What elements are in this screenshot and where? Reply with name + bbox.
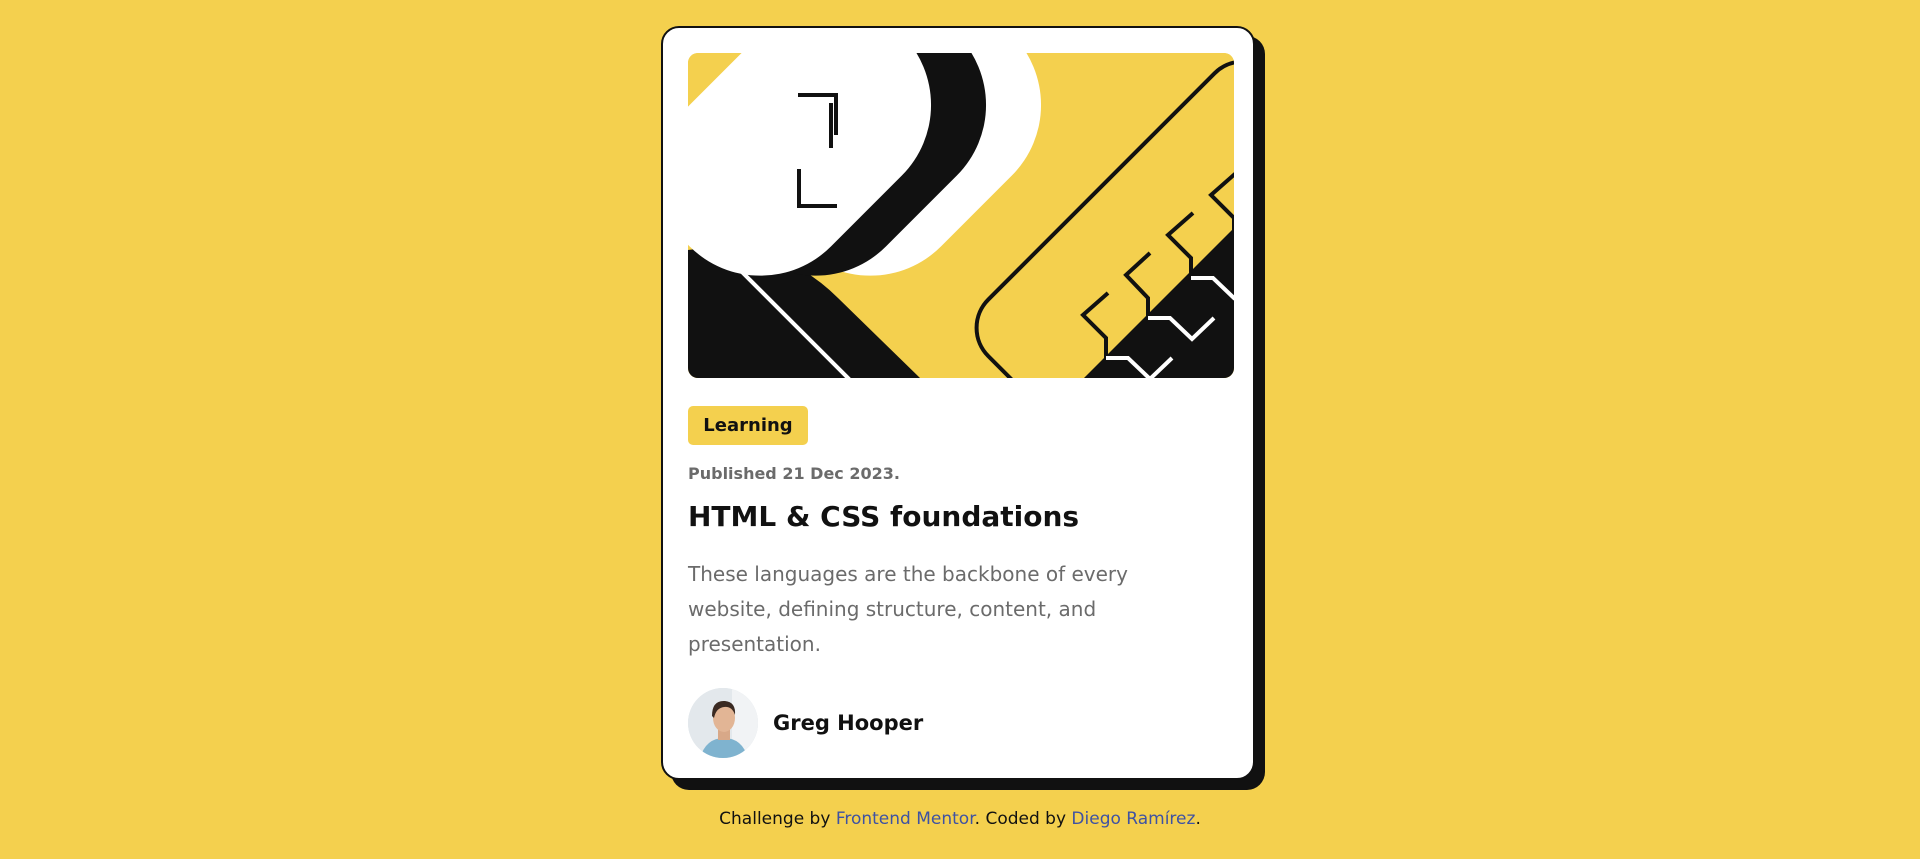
author-avatar bbox=[688, 688, 758, 758]
author: Greg Hooper bbox=[688, 688, 923, 758]
frontend-mentor-link[interactable]: Frontend Mentor bbox=[836, 809, 975, 829]
attribution-prefix: Challenge by bbox=[719, 809, 836, 829]
card-description: These languages are the backbone of ever… bbox=[688, 562, 1128, 656]
hero-illustration-graphic bbox=[688, 53, 1234, 378]
coder-link[interactable]: Diego Ramírez bbox=[1071, 809, 1195, 829]
attribution-middle: . Coded by bbox=[974, 809, 1072, 829]
author-name: Greg Hooper bbox=[773, 711, 924, 735]
hero-illustration bbox=[688, 53, 1234, 378]
published-date: Published 21 Dec 2023. bbox=[688, 464, 900, 483]
blog-preview-card: Learning Published 21 Dec 2023. HTML & C… bbox=[661, 26, 1255, 780]
attribution-suffix: . bbox=[1195, 809, 1201, 829]
card-title[interactable]: HTML & CSS foundations bbox=[688, 500, 1079, 533]
avatar-photo bbox=[688, 688, 758, 758]
attribution: Challenge by Frontend Mentor. Coded by D… bbox=[0, 809, 1920, 829]
category-tag[interactable]: Learning bbox=[688, 406, 808, 445]
